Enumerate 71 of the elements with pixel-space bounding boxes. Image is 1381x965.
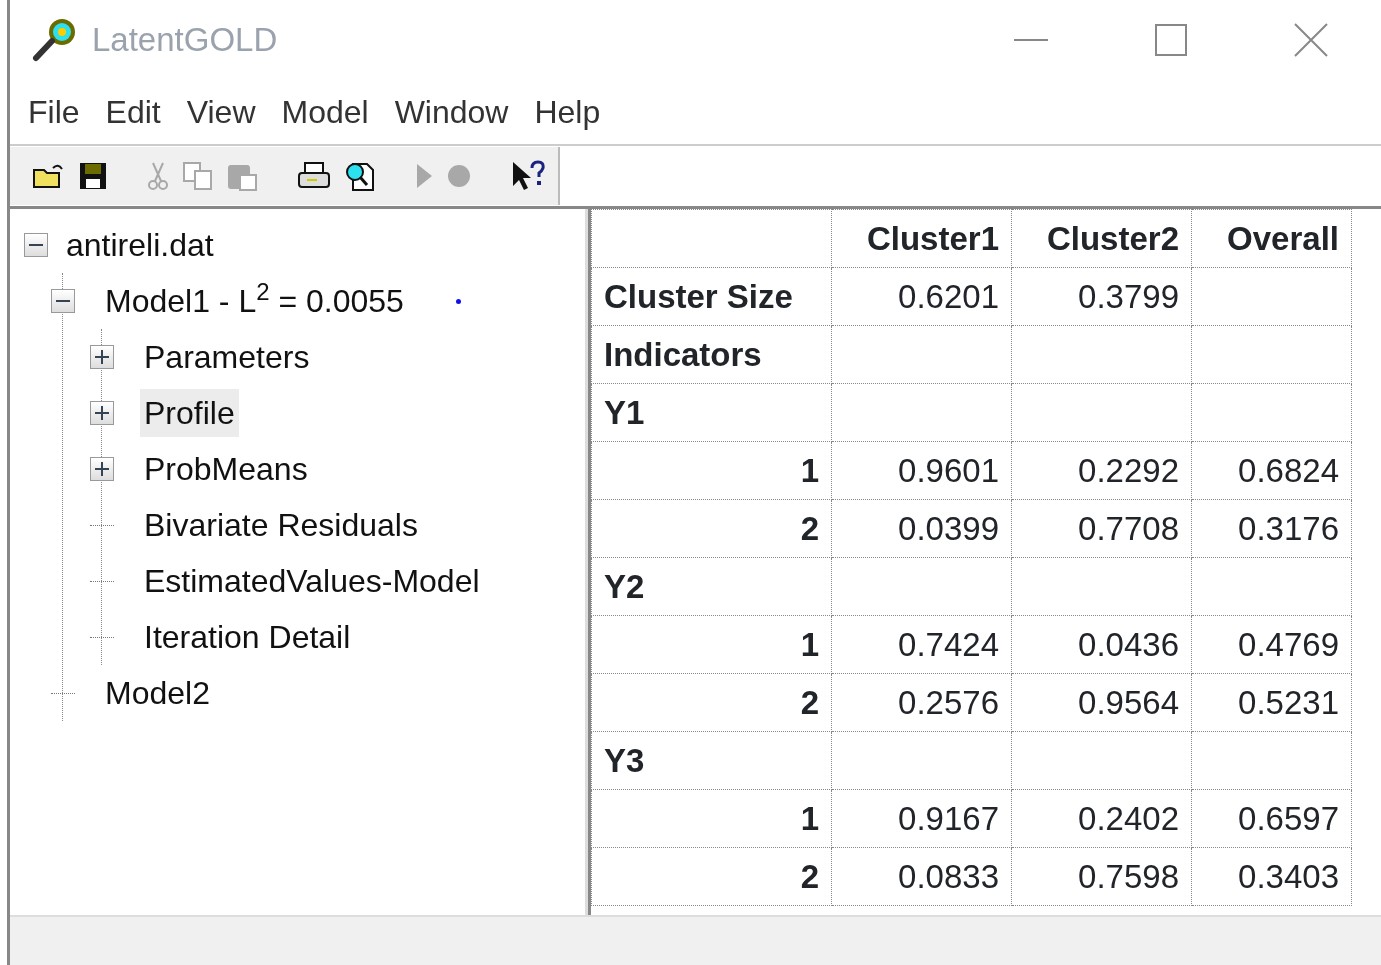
table-cell: 0.9167 — [831, 789, 1012, 848]
table-cell: 0.9601 — [831, 441, 1012, 500]
row-label: 1 — [591, 441, 832, 500]
tree-item[interactable]: Model1 - L$^{2}$ = 0.0055 — [101, 277, 408, 325]
close-icon — [1294, 23, 1328, 57]
table-cell: 0.4769 — [1191, 615, 1352, 674]
tree-item[interactable]: ProbMeans — [140, 445, 312, 493]
folder-icon — [33, 162, 65, 190]
menu-item[interactable]: Window — [382, 88, 523, 136]
tree-item[interactable]: EstimatedValues-Model — [140, 557, 484, 605]
record-icon — [447, 164, 471, 188]
row-label: Y3 — [591, 731, 832, 790]
play-icon — [415, 163, 433, 189]
table-cell: 0.5231 — [1191, 673, 1352, 732]
tree-item[interactable]: Model2 — [101, 669, 214, 717]
tree-item[interactable]: Iteration Detail — [140, 613, 355, 661]
menu-item[interactable]: File — [16, 88, 94, 136]
table-cell: 0.9564 — [1011, 673, 1192, 732]
minimize-icon — [1014, 38, 1048, 42]
menu-item[interactable]: View — [174, 88, 270, 136]
tree-item[interactable]: Profile — [140, 389, 239, 437]
column-header: Overall — [1191, 209, 1352, 268]
expander-box[interactable] — [24, 233, 48, 257]
table-cell: 0.6824 — [1191, 441, 1352, 500]
menu-item[interactable]: Model — [269, 88, 383, 136]
plus-icon — [95, 462, 109, 476]
table-cell: 0.0436 — [1011, 615, 1192, 674]
row-label: Indicators — [591, 325, 832, 384]
plus-icon — [95, 350, 109, 364]
menu-item[interactable]: Help — [522, 88, 615, 136]
printer-icon — [297, 161, 331, 191]
table-cell: 0.3799 — [1011, 267, 1192, 326]
table-cell: 0.7424 — [831, 615, 1012, 674]
column-header: Cluster1 — [831, 209, 1012, 268]
row-label: 1 — [591, 615, 832, 674]
row-label: 2 — [591, 499, 832, 558]
table-cell: 0.0833 — [831, 847, 1012, 906]
menu-item[interactable]: Edit — [93, 88, 175, 136]
row-label: Cluster Size — [591, 267, 832, 326]
expander-box[interactable] — [90, 401, 114, 425]
tree-item[interactable]: Parameters — [140, 333, 314, 381]
plus-icon — [95, 406, 109, 420]
tree-item[interactable]: Bivariate Residuals — [140, 501, 422, 549]
window-title: LatentGOLD — [92, 20, 279, 61]
minus-icon — [29, 244, 43, 246]
help-cursor-icon — [511, 160, 545, 192]
table-cell: 0.3403 — [1191, 847, 1352, 906]
tree-item[interactable]: antireli.dat — [62, 221, 218, 269]
expander-box[interactable] — [90, 457, 114, 481]
table-cell: 0.2402 — [1011, 789, 1192, 848]
column-header: Cluster2 — [1011, 209, 1192, 268]
expander-box[interactable] — [51, 289, 75, 313]
expander-box[interactable] — [90, 345, 114, 369]
maximize-icon — [1155, 24, 1187, 56]
table-cell: 0.2576 — [831, 673, 1012, 732]
table-cell: 0.2292 — [1011, 441, 1192, 500]
row-label: Y2 — [591, 557, 832, 616]
row-label: 1 — [591, 789, 832, 848]
minus-icon — [56, 300, 70, 302]
table-cell: 0.6201 — [831, 267, 1012, 326]
row-label: Y1 — [591, 383, 832, 442]
print-preview-icon — [345, 160, 375, 192]
copy-icon — [183, 162, 213, 190]
table-cell: 0.6597 — [1191, 789, 1352, 848]
table-cell: 0.3176 — [1191, 499, 1352, 558]
table-cell: 0.0399 — [831, 499, 1012, 558]
row-label: 2 — [591, 847, 832, 906]
table-cell: 0.7598 — [1011, 847, 1192, 906]
row-label: 2 — [591, 673, 832, 732]
table-cell: 0.7708 — [1011, 499, 1192, 558]
scissors-icon — [147, 161, 169, 191]
